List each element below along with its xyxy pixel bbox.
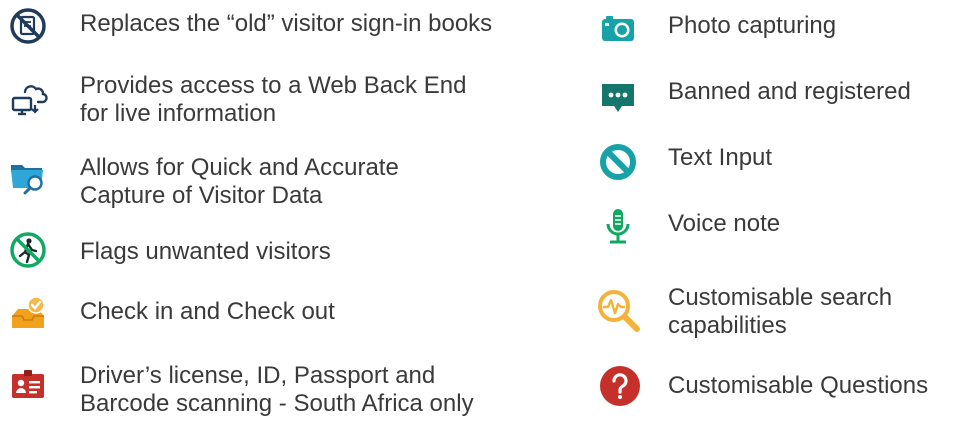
feature-label: Banned and registered xyxy=(668,78,911,105)
search-pulse-icon xyxy=(594,286,644,336)
feature-label: Allows for Quick and Accurate Capture of… xyxy=(80,154,399,209)
chat-bubble-icon xyxy=(598,76,638,116)
feature-label: Photo capturing xyxy=(668,12,837,39)
feature-label: Flags unwanted visitors xyxy=(80,238,331,265)
feature-label: Text Input xyxy=(668,144,773,171)
cloud-computer-icon xyxy=(8,78,48,118)
no-entry-person-icon xyxy=(8,230,48,270)
id-card-icon xyxy=(8,364,48,404)
feature-label: Driver’s license, ID, Passport and Barco… xyxy=(80,362,474,417)
feature-label: Replaces the “old” visitor sign-in books xyxy=(80,10,493,37)
no-book-icon xyxy=(8,6,48,46)
microphone-icon xyxy=(598,206,638,246)
prohibited-icon xyxy=(598,142,638,182)
folder-search-icon xyxy=(8,156,48,196)
question-icon xyxy=(598,364,642,408)
feature-label: Check in and Check out xyxy=(80,298,335,325)
feature-label: Voice note xyxy=(668,210,781,237)
camera-icon xyxy=(598,8,638,48)
feature-label: Customisable Questions xyxy=(668,372,929,399)
feature-label: Provides access to a Web Back End for li… xyxy=(80,72,467,127)
feature-label: Customisable search capabilities xyxy=(668,284,893,339)
inbox-check-icon xyxy=(8,294,48,334)
